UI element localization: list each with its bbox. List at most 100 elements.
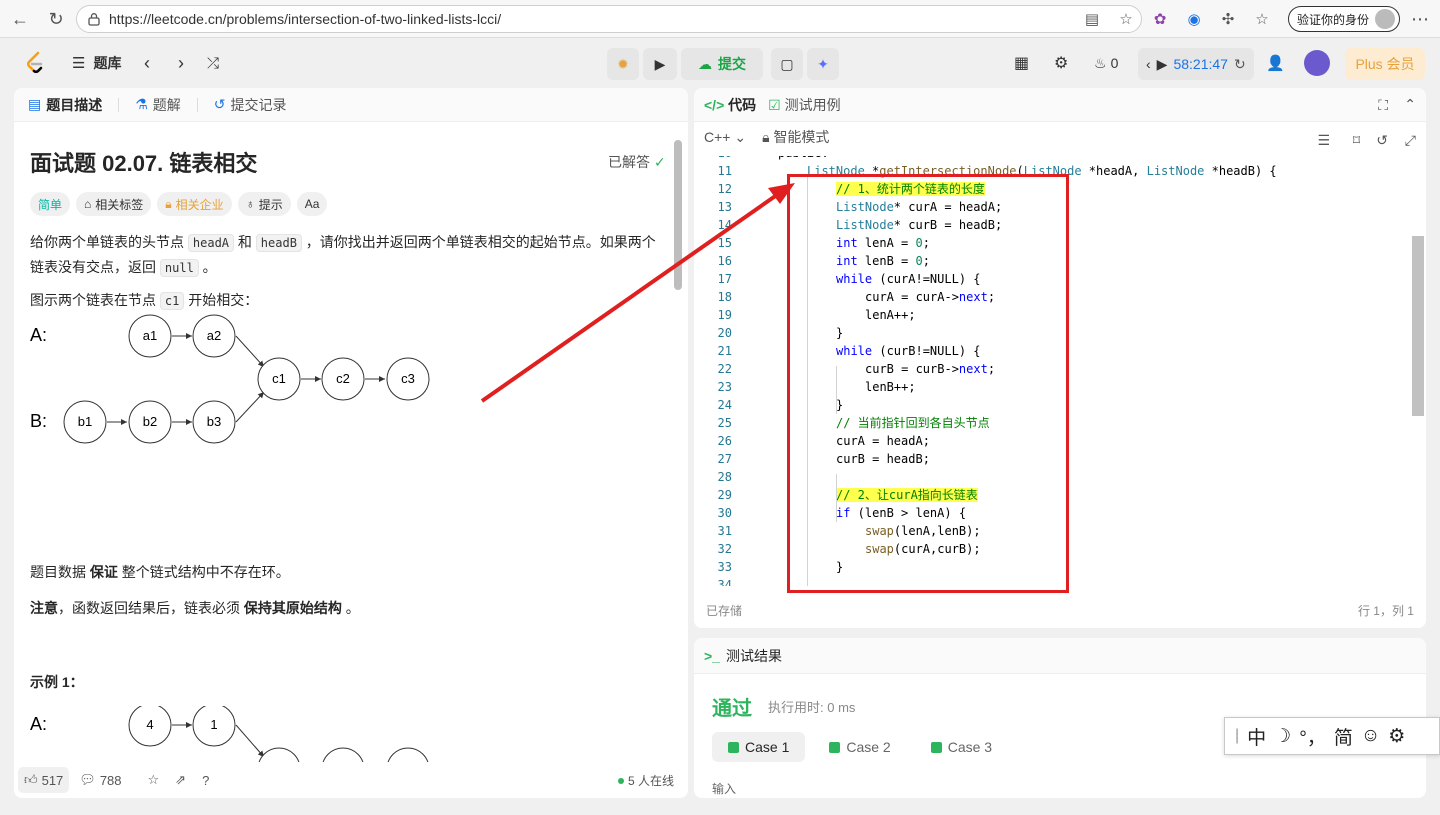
code-line[interactable]: 14 ListNode* curB = headB; xyxy=(694,216,1412,234)
like-button[interactable]: 👍︎ 517 xyxy=(18,767,70,793)
settings-gear-icon[interactable]: ⚙ xyxy=(1054,51,1068,75)
extension-brain-icon[interactable]: ✿ xyxy=(1148,7,1172,31)
code-line[interactable]: 33} xyxy=(694,558,1412,576)
line-number: 17 xyxy=(717,272,732,286)
fullscreen-icon[interactable]: ⛶ xyxy=(1378,97,1388,114)
ime-toolbar[interactable]: | 中 ☽ °， 简 ☺ ⚙ xyxy=(1224,717,1440,755)
ai-assistant-button[interactable]: ✦ xyxy=(807,48,839,80)
tab-testcase[interactable]: ☑ 测试用例 xyxy=(768,95,840,115)
help-button[interactable]: ? xyxy=(196,767,215,793)
expand-icon[interactable]: ⤢ xyxy=(1405,132,1416,149)
code-text: swap(lenA,lenB); xyxy=(865,524,981,538)
prev-problem-icon[interactable]: ‹ xyxy=(144,51,150,75)
code-line[interactable]: 20} xyxy=(694,324,1412,342)
code-line[interactable]: 15 int lenA = 0; xyxy=(694,234,1412,252)
case-1-tab[interactable]: Case 1 xyxy=(712,732,806,762)
ime-punctuation[interactable]: °， xyxy=(1299,723,1326,750)
share-icon: ⇗ xyxy=(175,772,187,787)
random-problem-icon[interactable]: ⤮ xyxy=(207,51,219,75)
related-tags-button[interactable]: ⌂ 相关标签 xyxy=(76,192,152,216)
code-line[interactable]: 19 lenA++; xyxy=(694,306,1412,324)
leetcode-logo[interactable] xyxy=(24,51,46,75)
reset-code-icon[interactable]: ↺ xyxy=(1376,132,1388,149)
editor-scrollbar[interactable] xyxy=(1412,236,1424,416)
check-circle-icon: ✓ xyxy=(654,153,666,170)
code-line[interactable]: 23 lenB++; xyxy=(694,378,1412,396)
favorites-list-icon[interactable]: ☆ xyxy=(1250,7,1274,31)
plus-member-button[interactable]: Plus 会员 xyxy=(1345,48,1425,80)
line-number: 15 xyxy=(717,236,732,250)
tab-description[interactable]: ▤ 题目描述 xyxy=(28,95,102,115)
related-companies-button[interactable]: 🔒︎ 相关企业 xyxy=(157,192,232,216)
code-line[interactable]: 29 // 2、让curA指向长链表 xyxy=(694,486,1412,504)
emoji-icon[interactable]: ☺ xyxy=(1361,725,1380,747)
user-avatar[interactable] xyxy=(1304,50,1330,76)
tab-submissions[interactable]: ↺ 提交记录 xyxy=(214,95,287,115)
favorite-star-icon[interactable]: ☆ xyxy=(1114,7,1138,31)
ime-simplified[interactable]: 简 xyxy=(1334,723,1353,750)
submit-button[interactable]: ☁ 提交 xyxy=(681,48,763,80)
code-line[interactable]: 31 swap(lenA,lenB); xyxy=(694,522,1412,540)
code-line[interactable]: 26 curA = headA; xyxy=(694,432,1412,450)
exec-time: 执行用时: 0 ms xyxy=(768,700,856,715)
code-line[interactable]: 25 // 当前指针回到各自头节点 xyxy=(694,414,1412,432)
result-status: 通过 xyxy=(712,698,752,720)
tab-solutions[interactable]: ⚗ 题解 xyxy=(135,95,181,115)
language-select[interactable]: C++ ⌄ xyxy=(704,129,746,146)
run-button[interactable]: ▶ xyxy=(643,48,677,80)
layout-icon[interactable]: ▦ xyxy=(1014,51,1029,75)
timer[interactable]: ‹ ▶ 58:21:47 ↻ xyxy=(1138,48,1254,80)
code-line[interactable]: 12 // 1、统计两个链表的长度 xyxy=(694,180,1412,198)
notes-button[interactable]: ▢ xyxy=(771,48,803,80)
translate-button[interactable]: Aa xyxy=(296,192,328,216)
format-icon[interactable]: ☰ xyxy=(1317,132,1330,149)
sparkle-icon: ✦ xyxy=(817,55,829,72)
address-bar[interactable]: https://leetcode.cn/problems/intersectio… xyxy=(76,5,1142,33)
tab-code[interactable]: </> 代码 xyxy=(704,95,756,115)
code-line[interactable]: 17 while (curA!=NULL) { xyxy=(694,270,1412,288)
ime-language[interactable]: 中 xyxy=(1247,723,1266,750)
divider xyxy=(118,97,120,112)
moon-icon[interactable]: ☽ xyxy=(1274,725,1291,748)
share-button[interactable]: ⇗ xyxy=(169,767,192,793)
case-2-tab[interactable]: Case 2 xyxy=(813,732,906,762)
description-scrollbar[interactable] xyxy=(674,140,682,290)
ime-handle[interactable]: | xyxy=(1235,727,1239,745)
verify-identity-button[interactable]: 验证你的身份 xyxy=(1288,6,1401,32)
extensions-puzzle-icon[interactable]: ✣ xyxy=(1216,7,1240,31)
code-line[interactable]: 22 curB = curB->next; xyxy=(694,360,1412,378)
smart-mode-toggle[interactable]: 🔒︎ 智能模式 xyxy=(762,127,829,147)
next-problem-icon[interactable]: › xyxy=(178,51,184,75)
ime-settings-icon[interactable]: ⚙ xyxy=(1388,725,1405,748)
star-icon: ☆ xyxy=(147,772,160,787)
debug-button[interactable]: ✹ xyxy=(607,48,639,80)
code-line[interactable]: 18 curA = curA->next; xyxy=(694,288,1412,306)
code-line[interactable]: 28 xyxy=(694,468,1412,486)
problem-list-button[interactable]: ☰ 题库 xyxy=(72,51,121,75)
hint-button[interactable]: ♁ 提示 xyxy=(237,192,291,216)
node-b1: b1 xyxy=(63,400,107,444)
add-friend-icon[interactable]: 👤 xyxy=(1266,51,1285,75)
comments-button[interactable]: 💬︎ 788 xyxy=(73,767,127,793)
reset-timer-icon[interactable]: ↻ xyxy=(1234,56,1246,73)
reader-view-icon[interactable]: ▤ xyxy=(1080,7,1104,31)
case-3-tab[interactable]: Case 3 xyxy=(915,732,1008,762)
code-line[interactable]: 32 swap(curA,curB); xyxy=(694,540,1412,558)
more-menu-icon[interactable]: ⋯ xyxy=(1406,5,1434,33)
streak-counter[interactable]: ♨ 0 xyxy=(1094,51,1118,75)
back-icon[interactable]: ← xyxy=(6,5,34,33)
bookmark-icon[interactable]: ⌑ xyxy=(1353,132,1360,149)
favorite-button[interactable]: ☆ xyxy=(142,767,166,793)
code-editor[interactable]: 10public:11ListNode *getIntersectionNode… xyxy=(694,156,1412,586)
reload-icon[interactable]: ↻ xyxy=(42,5,70,33)
code-line[interactable]: 27 curB = headB; xyxy=(694,450,1412,468)
code-line[interactable]: 11 ListNode *getIntersectionNode(ListNode… xyxy=(694,162,1412,180)
code-line[interactable]: 13 ListNode* curA = headA; xyxy=(694,198,1412,216)
code-line[interactable]: 24} xyxy=(694,396,1412,414)
code-line[interactable]: 34 xyxy=(694,576,1412,586)
collapse-chevron-icon[interactable]: ⌃ xyxy=(1404,96,1416,113)
code-line[interactable]: 16 int lenB = 0; xyxy=(694,252,1412,270)
code-line[interactable]: 21 while (curB!=NULL) { xyxy=(694,342,1412,360)
code-line[interactable]: 30 if (lenB > lenA) { xyxy=(694,504,1412,522)
extension-blue-icon[interactable]: ◉ xyxy=(1182,7,1206,31)
